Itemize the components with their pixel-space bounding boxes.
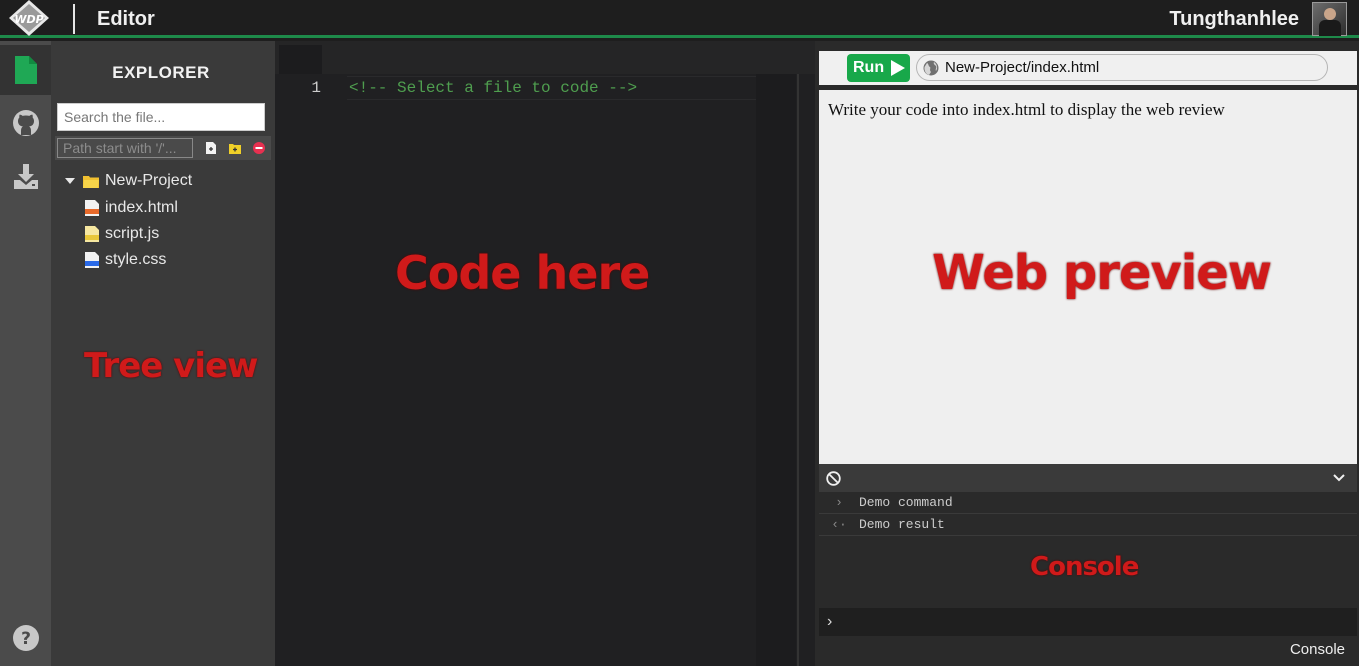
avatar[interactable] [1312, 2, 1347, 36]
preview-pane: Run New-Project/index.html Write your co… [815, 41, 1359, 666]
help-activity-button[interactable]: ? [0, 613, 51, 663]
explorer-activity-button[interactable] [0, 45, 51, 95]
caret-down-icon [65, 178, 75, 184]
preview-content-text: Write your code into index.html to displ… [828, 100, 1225, 119]
url-field[interactable]: New-Project/index.html [916, 54, 1328, 81]
new-file-icon[interactable] [205, 142, 217, 154]
path-toolbar [55, 136, 271, 160]
activity-bar: ? [0, 41, 51, 666]
new-folder-icon[interactable] [229, 142, 241, 154]
tree-view-label: Tree view [84, 346, 258, 386]
help-icon: ? [12, 625, 39, 651]
line-number: 1 [311, 79, 321, 97]
clear-console-icon[interactable] [826, 471, 841, 486]
file-name: style.css [105, 251, 167, 268]
url-text: New-Project/index.html [945, 59, 1100, 76]
console-input[interactable]: › [819, 608, 1357, 636]
web-preview-label: Web preview [932, 245, 1272, 301]
console-label: Console [1030, 552, 1139, 582]
github-icon [12, 110, 39, 136]
delete-icon[interactable] [253, 142, 265, 154]
file-item-script-js[interactable]: script.js [85, 222, 159, 246]
username[interactable]: Tungthanhlee [1169, 8, 1299, 31]
console-text: Demo command [859, 495, 953, 510]
play-icon [891, 60, 906, 76]
code-comment[interactable]: <!-- Select a file to code --> [349, 79, 637, 97]
editor-scrollbar[interactable] [797, 74, 799, 666]
logo-text: WDP [14, 13, 43, 26]
download-icon [13, 164, 38, 189]
github-activity-button[interactable] [0, 98, 51, 148]
path-input[interactable] [57, 138, 193, 158]
console-output: › Demo command ‹· Demo result Console [819, 492, 1357, 608]
explorer-title: EXPLORER [112, 63, 210, 82]
svg-text:?: ? [21, 629, 31, 649]
folder-item[interactable]: New-Project [65, 169, 192, 193]
command-prefix-icon: › [835, 495, 843, 510]
css-file-icon [85, 252, 99, 268]
console-row: › Demo command [819, 492, 1357, 514]
chevron-down-icon[interactable] [1333, 473, 1345, 483]
globe-icon [923, 60, 939, 75]
code-here-label: Code here [395, 246, 650, 300]
run-button[interactable]: Run [847, 54, 910, 82]
file-search-input[interactable] [57, 103, 265, 131]
wdp-logo[interactable]: WDP [8, 0, 50, 38]
editor-tab[interactable] [279, 45, 322, 74]
html-file-icon [85, 200, 99, 216]
console-row: ‹· Demo result [819, 514, 1357, 536]
result-prefix-icon: ‹· [831, 517, 847, 532]
download-activity-button[interactable] [0, 151, 51, 201]
folder-name: New-Project [105, 172, 193, 189]
top-bar: WDP Editor Tungthanhlee [0, 0, 1359, 38]
logo-divider [73, 4, 75, 34]
file-icon [14, 56, 37, 84]
web-preview-frame[interactable]: Write your code into index.html to displ… [819, 90, 1357, 464]
explorer-panel: EXPLORER New-Project [51, 41, 275, 666]
file-item-index-html[interactable]: index.html [85, 196, 178, 220]
console-toolbar [819, 464, 1357, 492]
page-title: Editor [97, 8, 155, 30]
run-label: Run [853, 59, 885, 76]
js-file-icon [85, 226, 99, 242]
editor-tab-bar [275, 41, 815, 74]
console-tab[interactable]: Console [1290, 641, 1345, 658]
minimap[interactable] [756, 74, 796, 666]
code-editor[interactable]: 1 <!-- Select a file to code --> Code he… [275, 41, 815, 666]
prompt-chevron-icon: › [827, 613, 833, 630]
file-name: script.js [105, 225, 160, 242]
file-item-style-css[interactable]: style.css [85, 248, 166, 272]
folder-open-icon [83, 175, 99, 188]
address-bar: Run New-Project/index.html [819, 51, 1357, 85]
console-text: Demo result [859, 517, 945, 532]
file-name: index.html [105, 199, 178, 216]
